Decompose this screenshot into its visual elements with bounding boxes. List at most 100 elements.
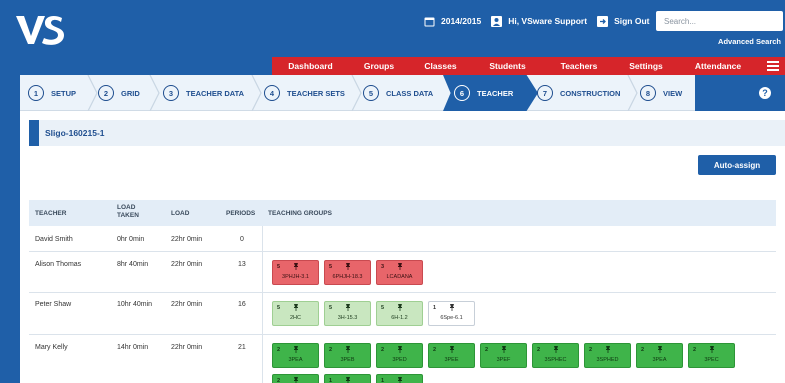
teaching-group-chip[interactable]: 5 3H-15.3 xyxy=(324,301,371,326)
group-count: 2 xyxy=(329,347,333,353)
teaching-group-chip[interactable]: 2 3PEE xyxy=(428,343,475,368)
periods: 13 xyxy=(238,261,246,268)
teaching-group-chip[interactable]: 5 6PHJH-18.3 xyxy=(324,260,371,285)
step-number: 1 xyxy=(28,85,44,101)
step-number: 6 xyxy=(454,85,470,101)
group-code: 3PEF xyxy=(496,357,511,363)
advanced-search-link[interactable]: Advanced Search xyxy=(718,37,781,46)
main-nav: Dashboard Groups Classes Students Teache… xyxy=(272,57,785,75)
group-code: 3SPHEC xyxy=(544,357,567,363)
help-icon[interactable]: ? xyxy=(759,87,771,99)
pin-icon xyxy=(658,346,662,353)
wizard-help-area: ? xyxy=(695,75,785,111)
pin-icon xyxy=(450,346,454,353)
step-setup[interactable]: 1 SETUP xyxy=(28,75,76,111)
group-code: LCADANA xyxy=(386,274,413,280)
step-number: 2 xyxy=(98,85,114,101)
group-count: 2 xyxy=(277,378,281,383)
pin-icon xyxy=(606,346,610,353)
teaching-group-chip[interactable]: 1 xyxy=(376,374,423,383)
nav-settings[interactable]: Settings xyxy=(615,61,677,71)
load: 22hr 0min xyxy=(171,236,203,243)
search-input[interactable] xyxy=(656,11,783,31)
teaching-group-chip[interactable]: 5 6H-1.2 xyxy=(376,301,423,326)
pin-icon xyxy=(710,346,714,353)
teaching-group-chip[interactable]: 2 3PEC xyxy=(688,343,735,368)
th-load-taken: LOAD TAKEN xyxy=(117,204,139,219)
th-teaching-groups: TEACHING GROUPS xyxy=(268,210,332,217)
load: 22hr 0min xyxy=(171,261,203,268)
teaching-group-chip[interactable]: 2 3PEA xyxy=(272,343,319,368)
teaching-group-chip[interactable]: 1 xyxy=(324,374,371,383)
step-label: SETUP xyxy=(51,88,77,98)
group-code: 3H-15.3 xyxy=(337,315,358,321)
group-code: 6Spe-6.1 xyxy=(440,315,463,321)
group-count: 2 xyxy=(485,347,489,353)
group-code: 3SPHED xyxy=(596,357,619,363)
step-number: 4 xyxy=(264,85,280,101)
group-count: 5 xyxy=(329,305,333,311)
chevron-right-icon xyxy=(87,75,98,111)
step-teacher-data[interactable]: 3 TEACHER DATA xyxy=(163,75,244,111)
school-bar-accent xyxy=(29,120,39,146)
group-code: 6PHJH-18.3 xyxy=(332,274,363,280)
step-view[interactable]: 8 VIEW xyxy=(640,75,682,111)
row-divider xyxy=(29,334,776,335)
periods: 0 xyxy=(240,236,244,243)
group-code: 2HC xyxy=(289,315,301,321)
step-construction[interactable]: 7 CONSTRUCTION xyxy=(537,75,620,111)
step-label: VIEW xyxy=(663,88,683,98)
pin-icon xyxy=(346,263,350,270)
teacher-name: David Smith xyxy=(35,236,73,243)
school-bar: Sligo-160215-1 xyxy=(29,120,785,146)
group-count: 1 xyxy=(433,305,437,311)
teaching-group-chip[interactable]: 5 2HC xyxy=(272,301,319,326)
wizard-steps: ? 1 SETUP 2 GRID 3 TEACHER DATA 4 TEACHE… xyxy=(20,75,785,111)
step-label: GRID xyxy=(121,88,140,98)
periods: 21 xyxy=(238,344,246,351)
sign-out-link[interactable]: Sign Out xyxy=(614,16,649,26)
teaching-group-chip[interactable]: 2 3SPHEC xyxy=(532,343,579,368)
teaching-group-chip[interactable]: 2 3PEA xyxy=(636,343,683,368)
load-taken: 8hr 40min xyxy=(117,261,149,268)
chevron-right-icon xyxy=(351,75,362,111)
step-grid[interactable]: 2 GRID xyxy=(98,75,140,111)
nav-students[interactable]: Students xyxy=(472,61,543,71)
nav-classes[interactable]: Classes xyxy=(409,61,472,71)
step-number: 3 xyxy=(163,85,179,101)
nav-teachers[interactable]: Teachers xyxy=(543,61,615,71)
group-code: 3PHJH-3.1 xyxy=(282,274,309,280)
school-year[interactable]: 2014/2015 xyxy=(441,16,481,26)
content-panel: ? 1 SETUP 2 GRID 3 TEACHER DATA 4 TEACHE… xyxy=(20,75,785,383)
teaching-group-chip[interactable]: 2 3PEB xyxy=(324,343,371,368)
nav-groups[interactable]: Groups xyxy=(349,61,409,71)
teaching-group-chip[interactable]: 1 6Spe-6.1 xyxy=(428,301,475,326)
teaching-group-chip[interactable]: 2 xyxy=(272,374,319,383)
teaching-group-chip[interactable]: 5 3PHJH-3.1 xyxy=(272,260,319,285)
group-count: 2 xyxy=(589,347,593,353)
step-label: TEACHER DATA xyxy=(186,88,245,98)
group-count: 1 xyxy=(381,378,385,383)
nav-attendance[interactable]: Attendance xyxy=(677,61,759,71)
group-count: 5 xyxy=(277,264,281,270)
step-teacher[interactable]: 6 TEACHER xyxy=(454,75,513,111)
chevron-right-icon xyxy=(627,75,638,111)
group-count: 2 xyxy=(693,347,697,353)
teaching-group-chip[interactable]: 3 LCADANA xyxy=(376,260,423,285)
teaching-group-chip[interactable]: 2 3PEF xyxy=(480,343,527,368)
pin-icon xyxy=(346,346,350,353)
menu-icon[interactable] xyxy=(767,61,779,71)
step-teacher-sets[interactable]: 4 TEACHER SETS xyxy=(264,75,345,111)
group-count: 2 xyxy=(381,347,385,353)
auto-assign-button[interactable]: Auto-assign xyxy=(698,155,776,175)
group-count: 2 xyxy=(433,347,437,353)
step-class-data[interactable]: 5 CLASS DATA xyxy=(363,75,433,111)
nav-dashboard[interactable]: Dashboard xyxy=(272,61,349,71)
group-count: 3 xyxy=(381,264,385,270)
group-code: 3PEC xyxy=(704,357,719,363)
teaching-group-chip[interactable]: 2 3PED xyxy=(376,343,423,368)
teaching-group-chip[interactable]: 2 3SPHED xyxy=(584,343,631,368)
user-greeting[interactable]: Hi, VSware Support xyxy=(508,16,587,26)
calendar-icon xyxy=(424,17,435,26)
teacher-name: Alison Thomas xyxy=(35,261,82,268)
